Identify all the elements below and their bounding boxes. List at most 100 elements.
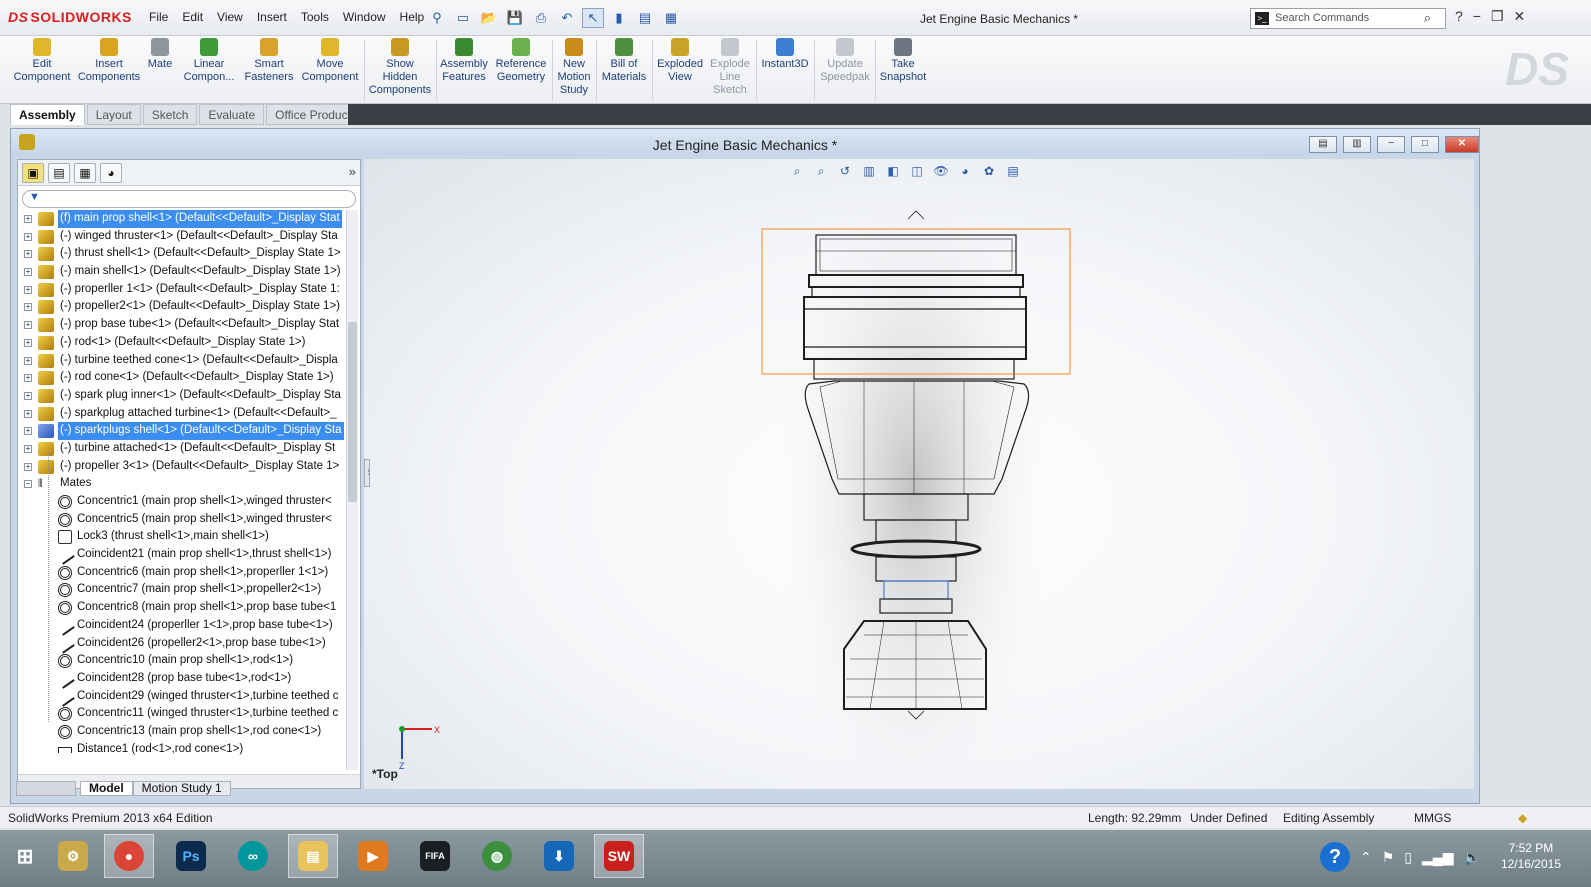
expand-icon[interactable]: + — [24, 268, 32, 277]
status-mode[interactable]: Editing Assembly — [1283, 811, 1374, 825]
taskbar-chrome[interactable]: ● — [104, 834, 154, 878]
feature-tree-tab-icon[interactable]: ▣ — [22, 163, 44, 183]
doc-maximize-icon[interactable]: □ — [1411, 136, 1439, 153]
panel-splitter-handle[interactable]: ⋮ — [364, 459, 372, 487]
display-manager-tab-icon[interactable]: ◕ — [100, 163, 122, 183]
tree-row[interactable]: + (-) properller 1<1> (Default<<Default>_… — [18, 281, 348, 299]
tab-model[interactable]: Model — [80, 781, 133, 796]
chevron-up-icon[interactable]: ⌃ — [1360, 849, 1372, 866]
expand-icon[interactable]: + — [24, 338, 32, 347]
restore-icon[interactable]: ❐ — [1491, 8, 1504, 25]
mate-button[interactable]: Mate — [142, 38, 178, 71]
help-icon[interactable]: ? — [1320, 842, 1350, 872]
action-center-icon[interactable]: ⚑ — [1382, 849, 1395, 866]
tree-row[interactable]: + (-) propeller2<1> (Default<<Default>_Di… — [18, 298, 348, 316]
taskbar-file-explorer[interactable]: ⚙ — [48, 834, 98, 878]
show-hidden-components-button[interactable]: Show Hidden Components — [366, 38, 434, 97]
mate-row[interactable]: Concentric1 (main prop shell<1>,winged t… — [18, 493, 348, 511]
mate-row[interactable]: Lock3 (thrust shell<1>,main shell<1>) — [18, 528, 348, 546]
open-folder-icon[interactable]: 📂 — [478, 8, 500, 28]
explode-line-sketch-button[interactable]: Explode Line Sketch — [706, 38, 754, 97]
mate-row[interactable]: Coincident21 (main prop shell<1>,thrust … — [18, 545, 348, 565]
volume-icon[interactable]: 🔈 — [1463, 849, 1480, 866]
expand-icon[interactable]: + — [24, 321, 32, 330]
take-snapshot-button[interactable]: Take Snapshot — [876, 38, 930, 84]
expand-icon[interactable]: + — [24, 462, 32, 471]
expand-icon[interactable]: + — [24, 409, 32, 418]
print-icon[interactable]: ⎙ — [530, 8, 552, 28]
tree-filter-input[interactable]: ▼ — [22, 190, 356, 208]
collapse-icon[interactable]: − — [24, 480, 32, 489]
mate-row[interactable]: Coincident28 (prop base tube<1>,rod<1>) — [18, 669, 348, 689]
tab-assembly[interactable]: Assembly — [10, 104, 85, 125]
mate-row[interactable]: Concentric8 (main prop shell<1>,prop bas… — [18, 599, 348, 617]
tile-vertical-icon[interactable]: ▥ — [1343, 136, 1371, 153]
mate-row[interactable]: Coincident26 (propeller2<1>,prop base tu… — [18, 633, 348, 654]
menu-tools[interactable]: Tools — [294, 10, 336, 24]
instant3d-button[interactable]: Instant3D — [758, 38, 812, 71]
expand-icon[interactable]: + — [24, 444, 32, 453]
menu-insert[interactable]: Insert — [250, 10, 294, 24]
close-icon[interactable]: ✕ — [1514, 8, 1526, 25]
taskbar-folder[interactable]: ▤ — [288, 834, 338, 878]
tree-row[interactable]: + (-) sparkplug attached turbine<1> (Defa… — [18, 405, 348, 423]
tab-scroll-arrows[interactable] — [16, 781, 76, 796]
tree-row[interactable]: + (-) rod cone<1> (Default<<Default>_Disp… — [18, 369, 348, 387]
mate-row[interactable]: Distance1 (rod<1>,rod cone<1>) — [18, 741, 348, 759]
chevron-right-icon[interactable]: » — [349, 164, 356, 179]
edit-component-button[interactable]: Edit Component — [8, 38, 76, 84]
mate-row[interactable]: Concentric6 (main prop shell<1>,properll… — [18, 564, 348, 582]
menu-view[interactable]: View — [210, 10, 250, 24]
search-commands-input[interactable]: >_ Search Commands ⌕ — [1250, 8, 1446, 29]
expand-icon[interactable]: + — [24, 215, 32, 223]
mate-row[interactable]: Concentric11 (winged thruster<1>,turbine… — [18, 705, 348, 723]
assembly-features-button[interactable]: Assembly Features — [438, 38, 490, 84]
mate-row[interactable]: Concentric5 (main prop shell<1>,winged t… — [18, 511, 348, 529]
mate-row[interactable]: Concentric7 (main prop shell<1>,propelle… — [18, 581, 348, 599]
configuration-manager-tab-icon[interactable]: ▦ — [74, 163, 96, 183]
mate-row[interactable]: Concentric10 (main prop shell<1>,rod<1>) — [18, 652, 348, 670]
file-properties-icon[interactable]: ▤ — [634, 8, 656, 28]
graphics-area[interactable]: ⌕ ⌕ ↺ ▥ ◧ ◫ 👁 ◕ ✿ ▤ — [364, 159, 1474, 789]
taskbar-download[interactable]: ⬇ — [534, 834, 584, 878]
options-icon[interactable]: ▦ — [660, 8, 682, 28]
network-icon[interactable]: ▂▄▆ — [1422, 849, 1453, 866]
mates-folder[interactable]: − ⫴ Mates — [18, 475, 348, 493]
exploded-view-button[interactable]: Exploded View — [654, 38, 706, 84]
insert-components-button[interactable]: Insert Components — [76, 38, 142, 84]
tab-layout[interactable]: Layout — [86, 104, 141, 125]
menu-window[interactable]: Window — [336, 10, 393, 24]
status-units[interactable]: MMGS — [1414, 811, 1451, 825]
menu-edit[interactable]: Edit — [175, 10, 210, 24]
tree-row[interactable]: + (-) spark plug inner<1> (Default<<Defau… — [18, 387, 348, 405]
expand-icon[interactable]: + — [24, 303, 32, 312]
new-document-icon[interactable]: ▭ — [452, 8, 474, 28]
jet-engine-model[interactable] — [364, 159, 1474, 789]
expand-icon[interactable]: + — [24, 374, 32, 383]
tile-horizontal-icon[interactable]: ▤ — [1309, 136, 1337, 153]
undo-icon[interactable]: ↶ — [556, 8, 578, 28]
taskbar-media-player[interactable]: ▶ — [348, 834, 398, 878]
tree-row[interactable]: + (-) turbine teethed cone<1> (Default<<D… — [18, 352, 348, 370]
taskbar-clock[interactable]: 7:52 PM 12/16/2015 — [1501, 840, 1561, 872]
tab-sketch[interactable]: Sketch — [142, 104, 198, 125]
tree-row[interactable]: + (-) propeller 3<1> (Default<<Default>_D… — [18, 458, 348, 476]
expand-icon[interactable]: + — [24, 232, 32, 241]
tab-motion-study-1[interactable]: Motion Study 1 — [132, 781, 231, 796]
linear-component-pattern-button[interactable]: Linear Compon... — [178, 38, 240, 84]
menu-file[interactable]: File — [142, 10, 175, 24]
minimize-icon[interactable]: − — [1473, 8, 1481, 25]
tree-row[interactable]: + (-) rod<1> (Default<<Default>_Display S… — [18, 334, 348, 352]
property-manager-tab-icon[interactable]: ▤ — [48, 163, 70, 183]
doc-close-icon[interactable]: ✕ — [1445, 136, 1479, 153]
tree-row[interactable]: + (-) sparkplugs shell<1> (Default<<Defau… — [18, 422, 348, 440]
tree-row[interactable]: + (f) main prop shell<1> (Default<<Defaul… — [18, 210, 348, 228]
tree-vertical-scrollbar[interactable] — [346, 210, 358, 770]
expand-icon[interactable]: + — [24, 250, 32, 259]
pin-icon[interactable]: ⚲ — [426, 8, 448, 28]
scrollbar-thumb[interactable] — [348, 322, 357, 502]
tree-row[interactable]: + (-) main shell<1> (Default<<Default>_Di… — [18, 263, 348, 281]
expand-icon[interactable]: + — [24, 285, 32, 294]
tree-row[interactable]: + (-) prop base tube<1> (Default<<Default… — [18, 316, 348, 334]
rebuild-icon[interactable]: ▮ — [608, 8, 630, 28]
